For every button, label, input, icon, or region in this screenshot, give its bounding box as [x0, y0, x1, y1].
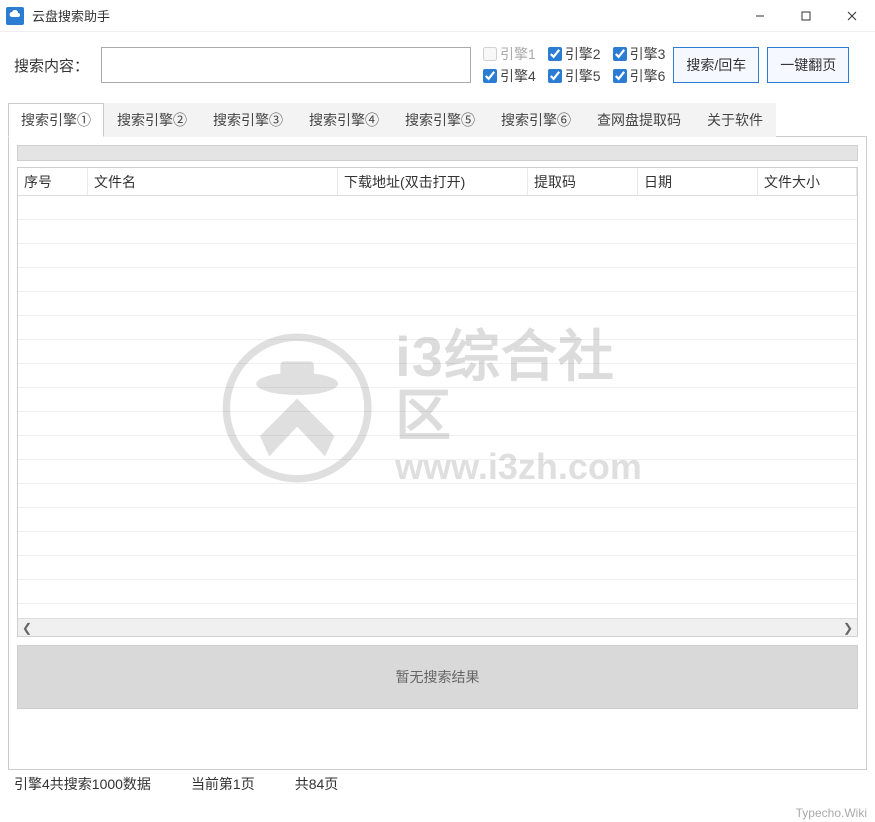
status-data-count: 引擎4共搜索1000数据	[14, 774, 151, 794]
search-label: 搜索内容：	[14, 55, 89, 76]
engine-5-checkbox[interactable]: 引擎5	[548, 66, 601, 86]
table-row	[18, 484, 857, 508]
window-title: 云盘搜索助手	[32, 6, 110, 25]
minimize-button[interactable]	[737, 0, 783, 32]
table-row	[18, 580, 857, 604]
engine-5-label: 引擎5	[565, 66, 601, 86]
table-row	[18, 340, 857, 364]
search-row: 搜索内容： 引擎1 引擎2 引擎3 引擎4 引擎5 引擎6 搜索/回车 一键翻页	[0, 32, 875, 96]
engine-2-label: 引擎2	[565, 44, 601, 64]
titlebar: 云盘搜索助手	[0, 0, 875, 32]
engine-2-checkbox[interactable]: 引擎2	[548, 44, 601, 64]
tab-engine-4[interactable]: 搜索引擎④	[296, 103, 392, 137]
scroll-right-icon[interactable]: ❯	[839, 619, 857, 637]
engine-4-checkbox[interactable]: 引擎4	[483, 66, 536, 86]
tab-engine-5[interactable]: 搜索引擎⑤	[392, 103, 488, 137]
tab-row: 搜索引擎① 搜索引擎② 搜索引擎③ 搜索引擎④ 搜索引擎⑤ 搜索引擎⑥ 查网盘提…	[0, 102, 875, 136]
col-extract-code[interactable]: 提取码	[528, 168, 638, 195]
engine-1-input[interactable]	[483, 47, 497, 61]
corner-watermark: Typecho.Wiki	[796, 806, 867, 820]
engine-2-input[interactable]	[548, 47, 562, 61]
table-row	[18, 556, 857, 580]
close-button[interactable]	[829, 0, 875, 32]
engine-checkbox-group: 引擎1 引擎2 引擎3 引擎4 引擎5 引擎6	[483, 44, 665, 86]
tab-extract-code[interactable]: 查网盘提取码	[584, 103, 694, 137]
engine-4-input[interactable]	[483, 69, 497, 83]
table-row	[18, 244, 857, 268]
table-row	[18, 220, 857, 244]
table-row	[18, 292, 857, 316]
engine-5-input[interactable]	[548, 69, 562, 83]
engine-6-label: 引擎6	[630, 66, 666, 86]
tab-engine-2[interactable]: 搜索引擎②	[104, 103, 200, 137]
engine-3-checkbox[interactable]: 引擎3	[613, 44, 666, 64]
engine-1-label: 引擎1	[500, 44, 536, 64]
table-row	[18, 268, 857, 292]
engine-6-input[interactable]	[613, 69, 627, 83]
table-row	[18, 604, 857, 618]
col-date[interactable]: 日期	[638, 168, 758, 195]
no-result-banner: 暂无搜索结果	[17, 645, 858, 709]
status-bar: 引擎4共搜索1000数据 当前第1页 共84页	[0, 770, 875, 798]
table-row	[18, 196, 857, 220]
table-row	[18, 316, 857, 340]
engine-3-label: 引擎3	[630, 44, 666, 64]
engine-6-checkbox[interactable]: 引擎6	[613, 66, 666, 86]
table-row	[18, 388, 857, 412]
scroll-left-icon[interactable]: ❮	[18, 619, 36, 637]
maximize-button[interactable]	[783, 0, 829, 32]
status-current-page: 当前第1页	[191, 774, 255, 794]
tab-panel: 序号 文件名 下载地址(双击打开) 提取码 日期 文件大小	[8, 136, 867, 770]
engine-4-label: 引擎4	[500, 66, 536, 86]
progress-bar	[17, 145, 858, 161]
col-size[interactable]: 文件大小	[758, 168, 857, 195]
tab-engine-3[interactable]: 搜索引擎③	[200, 103, 296, 137]
horizontal-scrollbar[interactable]: ❮ ❯	[18, 618, 857, 636]
search-button[interactable]: 搜索/回车	[673, 47, 759, 83]
status-total-pages: 共84页	[295, 774, 339, 794]
tab-engine-1[interactable]: 搜索引擎①	[8, 103, 104, 137]
engine-1-checkbox[interactable]: 引擎1	[483, 44, 536, 64]
page-button[interactable]: 一键翻页	[767, 47, 849, 83]
app-icon	[6, 7, 24, 25]
table-row	[18, 436, 857, 460]
results-table: 序号 文件名 下载地址(双击打开) 提取码 日期 文件大小	[17, 167, 858, 637]
table-row	[18, 412, 857, 436]
col-download[interactable]: 下载地址(双击打开)	[338, 168, 528, 195]
col-index[interactable]: 序号	[18, 168, 88, 195]
tab-engine-6[interactable]: 搜索引擎⑥	[488, 103, 584, 137]
table-row	[18, 460, 857, 484]
table-body	[18, 196, 857, 618]
table-row	[18, 532, 857, 556]
table-header: 序号 文件名 下载地址(双击打开) 提取码 日期 文件大小	[18, 168, 857, 196]
table-row	[18, 508, 857, 532]
search-input[interactable]	[101, 47, 471, 83]
engine-3-input[interactable]	[613, 47, 627, 61]
col-filename[interactable]: 文件名	[88, 168, 338, 195]
tab-about[interactable]: 关于软件	[694, 103, 776, 137]
table-row	[18, 364, 857, 388]
